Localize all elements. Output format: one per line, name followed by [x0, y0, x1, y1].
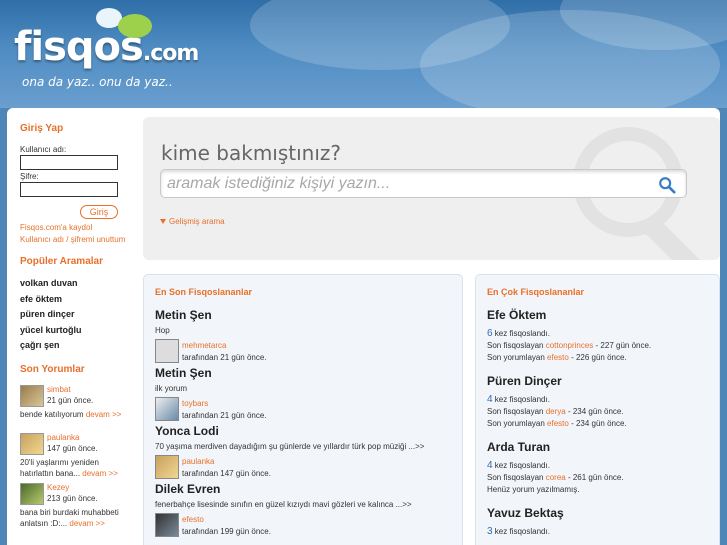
- sidebar: Giriş Yap Kullanıcı adı: Şifre: Giriş Fi…: [7, 108, 137, 545]
- entry-title[interactable]: Püren Dinçer: [487, 374, 562, 388]
- recent-comment-item: simbat 21 gün önce. bende katılıyorum de…: [20, 385, 132, 425]
- comment-time: 21 gün önce.: [47, 396, 94, 405]
- last-comment-line: Son yorumlayan efesto - 226 gün önce.: [487, 353, 627, 362]
- popular-search-item[interactable]: püren dinçer: [20, 309, 75, 319]
- search-box: [160, 169, 687, 198]
- magnifier-watermark-handle: [644, 218, 702, 260]
- last-comment-line: Son yorumlayan efesto - 234 gün önce.: [487, 419, 627, 428]
- entry-title[interactable]: Metin Şen: [155, 366, 212, 380]
- comment-user[interactable]: Kezey: [47, 483, 69, 492]
- entry-time: tarafından 21 gün önce.: [182, 353, 267, 362]
- avatar[interactable]: [155, 339, 179, 363]
- comment-time: 213 gün önce.: [47, 494, 98, 503]
- comment-text: bana biri burdaki muhabbeti anlatsın :D:…: [20, 508, 119, 528]
- popular-search-item[interactable]: efe öktem: [20, 294, 62, 304]
- most-fisqos-panel: En Çok Fisqoslananlar Efe Öktem 6 kez fi…: [475, 274, 720, 545]
- entry-title[interactable]: Dilek Evren: [155, 482, 220, 496]
- comment-user[interactable]: paulanka: [47, 433, 79, 442]
- fisqos-count: 4 kez fisqoslandı.: [487, 460, 550, 471]
- comment-user[interactable]: simbat: [47, 385, 71, 394]
- avatar[interactable]: [155, 513, 179, 537]
- advanced-search-link[interactable]: Gelişmiş arama: [160, 217, 225, 226]
- entry-time: tarafından 21 gün önce.: [182, 411, 267, 420]
- entry-text: Hop: [155, 326, 170, 335]
- entry-user[interactable]: efesto: [182, 515, 204, 524]
- triangle-down-icon: [160, 219, 166, 224]
- comment-text: bende katılıyorum devam >>: [20, 410, 122, 419]
- entry-title[interactable]: Efe Öktem: [487, 308, 546, 322]
- site-slogan: ona da yaz.. onu da yaz..: [22, 75, 173, 89]
- recent-comment-item: Kezey 213 gün önce. bana biri burdaki mu…: [20, 483, 132, 531]
- login-button[interactable]: Giriş: [80, 205, 118, 219]
- no-comment-line: Henüz yorum yazılmamış.: [487, 485, 580, 494]
- entry-user[interactable]: paulanka: [182, 457, 214, 466]
- comment-time: 147 gün önce.: [47, 444, 98, 453]
- popular-search-item[interactable]: çağrı şen: [20, 340, 60, 350]
- avatar[interactable]: [20, 433, 44, 455]
- avatar[interactable]: [155, 455, 179, 479]
- entry-text: ilk yorum: [155, 384, 188, 393]
- user-link[interactable]: cottonprinces: [546, 341, 594, 350]
- last-fisqos-line: Son fisqoslayan corea - 261 gün önce.: [487, 473, 624, 482]
- fisqos-count: 3 kez fisqoslandı.: [487, 526, 550, 537]
- username-field[interactable]: [20, 155, 118, 170]
- register-link[interactable]: Fisqos.com'a kaydol: [20, 223, 92, 232]
- entry-time: tarafından 199 gün önce.: [182, 527, 271, 536]
- search-panel: kime bakmıştınız? Gelişmiş arama: [143, 117, 720, 260]
- user-link[interactable]: corea: [546, 473, 566, 482]
- fisqos-count: 6 kez fisqoslandı.: [487, 328, 550, 339]
- panel-title: En Son Fisqoslananlar: [155, 287, 253, 297]
- avatar[interactable]: [20, 385, 44, 407]
- site-logo[interactable]: fisqos.com: [14, 8, 199, 70]
- login-title: Giriş Yap: [20, 123, 64, 134]
- speech-bubble-icon: [118, 14, 152, 38]
- fisqos-count: 4 kez fisqoslandı.: [487, 394, 550, 405]
- popular-searches-title: Popüler Aramalar: [20, 256, 103, 267]
- entry-title[interactable]: Yonca Lodi: [155, 424, 219, 438]
- page-content: Giriş Yap Kullanıcı adı: Şifre: Giriş Fi…: [7, 108, 720, 545]
- last-fisqos-line: Son fisqoslayan cottonprinces - 227 gün …: [487, 341, 652, 350]
- entry-title[interactable]: Arda Turan: [487, 440, 550, 454]
- entry-time: tarafından 147 gün önce.: [182, 469, 271, 478]
- entry-text: 70 yaşıma merdiven dayadığım şu günlerde…: [155, 442, 425, 451]
- logo-tld: .com: [142, 41, 199, 66]
- panel-title: En Çok Fisqoslananlar: [487, 287, 585, 297]
- more-link[interactable]: devam >>: [82, 469, 118, 478]
- search-input[interactable]: [167, 173, 647, 195]
- password-label: Şifre:: [20, 172, 39, 181]
- comment-text: 20'li yaşlarımı yeniden hatırlattın bana…: [20, 458, 118, 478]
- popular-search-item[interactable]: yücel kurtoğlu: [20, 325, 82, 335]
- search-title: kime bakmıştınız?: [161, 141, 342, 165]
- user-link[interactable]: derya: [546, 407, 566, 416]
- popular-search-item[interactable]: volkan duvan: [20, 278, 78, 288]
- entry-title[interactable]: Metin Şen: [155, 308, 212, 322]
- avatar[interactable]: [155, 397, 179, 421]
- password-field[interactable]: [20, 182, 118, 197]
- more-link[interactable]: devam >>: [69, 519, 105, 528]
- latest-fisqos-panel: En Son Fisqoslananlar Metin Şen Hop mehm…: [143, 274, 463, 545]
- recent-comment-item: paulanka 147 gün önce. 20'li yaşlarımı y…: [20, 433, 132, 481]
- user-link[interactable]: efesto: [547, 353, 569, 362]
- search-icon[interactable]: [658, 176, 676, 194]
- recent-comments-title: Son Yorumlar: [20, 364, 85, 375]
- user-link[interactable]: efesto: [547, 419, 569, 428]
- forgot-password-link[interactable]: Kullanıcı adı / şifremi unuttum: [20, 235, 125, 244]
- site-header: fisqos.com ona da yaz.. onu da yaz..: [0, 0, 727, 108]
- entry-user[interactable]: toybars: [182, 399, 208, 408]
- more-link[interactable]: devam >>: [86, 410, 122, 419]
- entry-title[interactable]: Yavuz Bektaş: [487, 506, 564, 520]
- entry-user[interactable]: mehmetarca: [182, 341, 226, 350]
- username-label: Kullanıcı adı:: [20, 145, 67, 154]
- avatar[interactable]: [20, 483, 44, 505]
- last-fisqos-line: Son fisqoslayan derya - 234 gün önce.: [487, 407, 624, 416]
- entry-text: fenerbahçe lisesinde sınıfın en güzel kı…: [155, 500, 412, 509]
